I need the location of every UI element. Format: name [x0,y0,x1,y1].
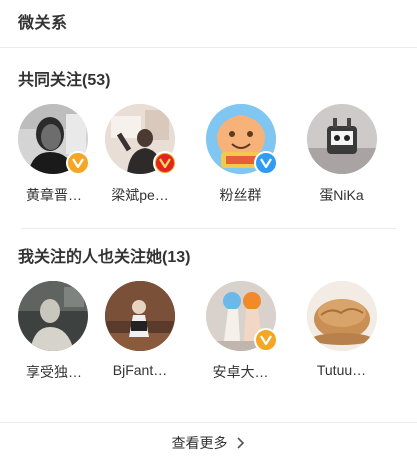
card-title: 微关系 [18,15,68,32]
user-name[interactable]: 梁斌pe… [100,185,180,205]
user-item[interactable]: 粉丝群 [190,104,291,205]
user-item[interactable]: Tutuu… [291,281,392,382]
section-divider [21,228,396,229]
user-item[interactable]: 蛋NiKa [291,104,392,205]
user-name[interactable]: BjFant… [100,362,180,378]
following-also-follow-title: 我关注的人也关注她(13) [18,249,191,266]
blue-v-badge [253,151,278,175]
dark-portrait-icon[interactable] [18,281,88,351]
user-name[interactable]: 享受独… [18,362,90,382]
figure-on-stage-icon[interactable] [105,281,175,351]
micro-relations-card: 微关系 共同关注(53) 黄章晋… 梁斌pe… 粉丝群 蛋NiKa 我关注的人也… [0,0,417,462]
orange-v-badge [253,328,278,352]
user-name[interactable]: 安卓大… [201,362,281,382]
card-header: 微关系 [0,0,417,48]
common-follows-title: 共同关注(53) [18,72,111,89]
user-item[interactable]: 享受独… [18,281,90,382]
bread-icon[interactable] [306,281,377,351]
user-item[interactable]: 黄章晋… [18,104,90,205]
user-name[interactable]: Tutuu… [302,362,382,378]
robot-toy-icon[interactable] [306,104,377,174]
user-name[interactable]: 蛋NiKa [302,185,382,205]
orange-v-badge [66,151,90,175]
user-name[interactable]: 黄章晋… [18,185,90,205]
user-item[interactable]: BjFant… [90,281,190,382]
common-follows-list: 黄章晋… 梁斌pe… 粉丝群 蛋NiKa [18,104,399,205]
following-also-follow-section: 我关注的人也关注她(13) 享受独… BjFant… 安卓大… Tutuu… [0,246,417,382]
view-more-label[interactable]: 查看更多 [172,433,228,453]
view-more-button[interactable]: 查看更多 [0,422,417,462]
user-item[interactable]: 安卓大… [190,281,291,382]
red-v-badge [153,151,177,175]
common-follows-section: 共同关注(53) 黄章晋… 梁斌pe… 粉丝群 蛋NiKa [0,69,417,205]
following-also-follow-list: 享受独… BjFant… 安卓大… Tutuu… [18,281,399,382]
chevron-right-icon [236,436,246,449]
user-item[interactable]: 梁斌pe… [90,104,190,205]
user-name[interactable]: 粉丝群 [201,185,281,205]
